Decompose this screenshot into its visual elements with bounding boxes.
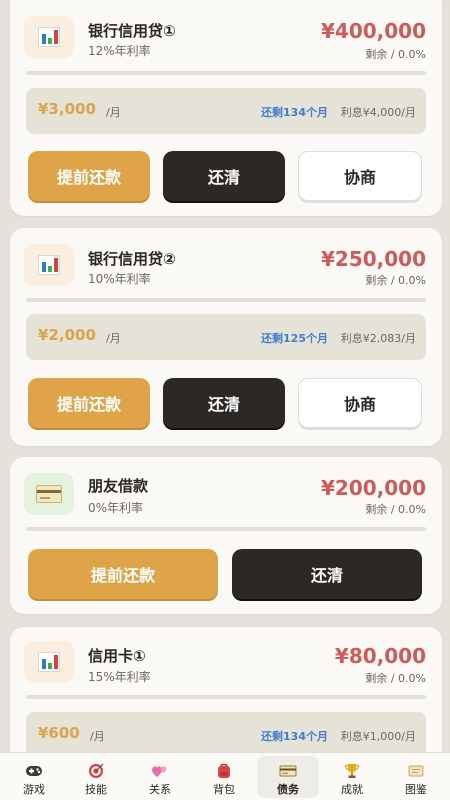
nav-label: 图鉴 [405, 783, 427, 796]
debt-card: 银行信用贷① 12%年利率 ¥400,000 剩余 / 0.0% ¥3,000 … [10, 0, 442, 216]
progress-bar [26, 695, 426, 699]
nav-label: 游戏 [23, 783, 45, 796]
nav-tab-skills[interactable]: 技能 [65, 753, 127, 800]
backpack-icon [218, 763, 230, 778]
payment-info: ¥2,000 /月 还剩125个月 利息¥2,083/月 [26, 314, 426, 360]
hearts-icon [152, 766, 167, 777]
debt-remaining: 剩余 / 0.0% [365, 48, 426, 61]
months-left: 还剩125个月 [261, 332, 328, 345]
months-left: 还剩134个月 [261, 730, 328, 743]
debt-card: 朋友借款 0%年利率 ¥200,000 剩余 / 0.0% 提前还款 还清 [10, 457, 442, 614]
progress-bar [26, 298, 426, 302]
chart-icon [24, 244, 74, 286]
payoff-button[interactable]: 还清 [232, 549, 422, 599]
prepay-button[interactable]: 提前还款 [28, 151, 150, 201]
debt-remaining: 剩余 / 0.0% [365, 274, 426, 287]
nav-tab-backpack[interactable]: 背包 [193, 753, 255, 800]
monthly-interest: 利息¥4,000/月 [340, 106, 416, 119]
nav-tab-game[interactable]: 游戏 [3, 753, 65, 800]
debt-remaining: 剩余 / 0.0% [365, 503, 426, 516]
nav-tab-debt[interactable]: 债务 [257, 756, 319, 798]
debt-amount: ¥400,000 [320, 19, 426, 43]
nav-tab-relations[interactable]: 关系 [129, 753, 191, 800]
chart-icon [24, 641, 74, 683]
nav-tab-achievements[interactable]: 成就 [321, 753, 383, 800]
nav-label: 成就 [341, 783, 363, 796]
monthly-payment: ¥2,000 [38, 326, 96, 344]
debt-rate: 0%年利率 [88, 501, 144, 515]
chart-icon [24, 16, 74, 58]
debt-amount: ¥250,000 [320, 247, 426, 271]
negotiate-button[interactable]: 协商 [298, 378, 422, 428]
debt-list[interactable]: 银行信用贷① 12%年利率 ¥400,000 剩余 / 0.0% ¥3,000 … [0, 0, 450, 752]
debt-name: 银行信用贷② [88, 250, 176, 268]
trophy-icon [344, 764, 360, 778]
debt-name: 朋友借款 [88, 477, 149, 495]
debt-name: 银行信用贷① [88, 22, 176, 40]
monthly-payment: ¥3,000 [38, 100, 96, 118]
debt-card: 银行信用贷② 10%年利率 ¥250,000 剩余 / 0.0% ¥2,000 … [10, 228, 442, 446]
per-month-label: /月 [90, 730, 105, 743]
prepay-button[interactable]: 提前还款 [28, 378, 150, 428]
debt-amount: ¥200,000 [320, 476, 426, 500]
nav-label: 技能 [85, 783, 107, 796]
payoff-button[interactable]: 还清 [163, 151, 285, 201]
progress-bar [26, 527, 426, 531]
payment-info: ¥3,000 /月 还剩134个月 利息¥4,000/月 [26, 88, 426, 134]
monthly-payment: ¥600 [38, 724, 80, 742]
negotiate-button[interactable]: 协商 [298, 151, 422, 201]
debt-name: 信用卡① [88, 647, 146, 665]
target-icon [89, 763, 104, 778]
nav-label: 背包 [213, 783, 235, 796]
nav-label: 关系 [149, 783, 171, 796]
debt-amount: ¥80,000 [334, 644, 426, 668]
credit-card-icon [24, 473, 74, 515]
debt-card: 信用卡① 15%年利率 ¥80,000 剩余 / 0.0% ¥600 /月 还剩… [10, 627, 442, 752]
money-icon [279, 765, 297, 777]
months-left: 还剩134个月 [261, 106, 328, 119]
debt-remaining: 剩余 / 0.0% [365, 672, 426, 685]
nav-tab-collection[interactable]: 图鉴 [385, 753, 447, 800]
scroll-icon [408, 765, 424, 777]
payment-info: ¥600 /月 还剩134个月 利息¥1,000/月 [26, 712, 426, 752]
monthly-interest: 利息¥1,000/月 [340, 730, 416, 743]
progress-bar [26, 71, 426, 75]
nav-label: 债务 [277, 783, 299, 796]
debt-rate: 12%年利率 [88, 44, 151, 58]
payoff-button[interactable]: 还清 [163, 378, 285, 428]
prepay-button[interactable]: 提前还款 [28, 549, 218, 599]
per-month-label: /月 [106, 106, 121, 119]
debt-rate: 10%年利率 [88, 272, 151, 286]
debt-rate: 15%年利率 [88, 670, 151, 684]
gamepad-icon [26, 766, 42, 776]
bottom-nav: 游戏 技能 关系 背包 债务 成就 图鉴 [0, 752, 450, 800]
per-month-label: /月 [106, 332, 121, 345]
monthly-interest: 利息¥2,083/月 [340, 332, 416, 345]
